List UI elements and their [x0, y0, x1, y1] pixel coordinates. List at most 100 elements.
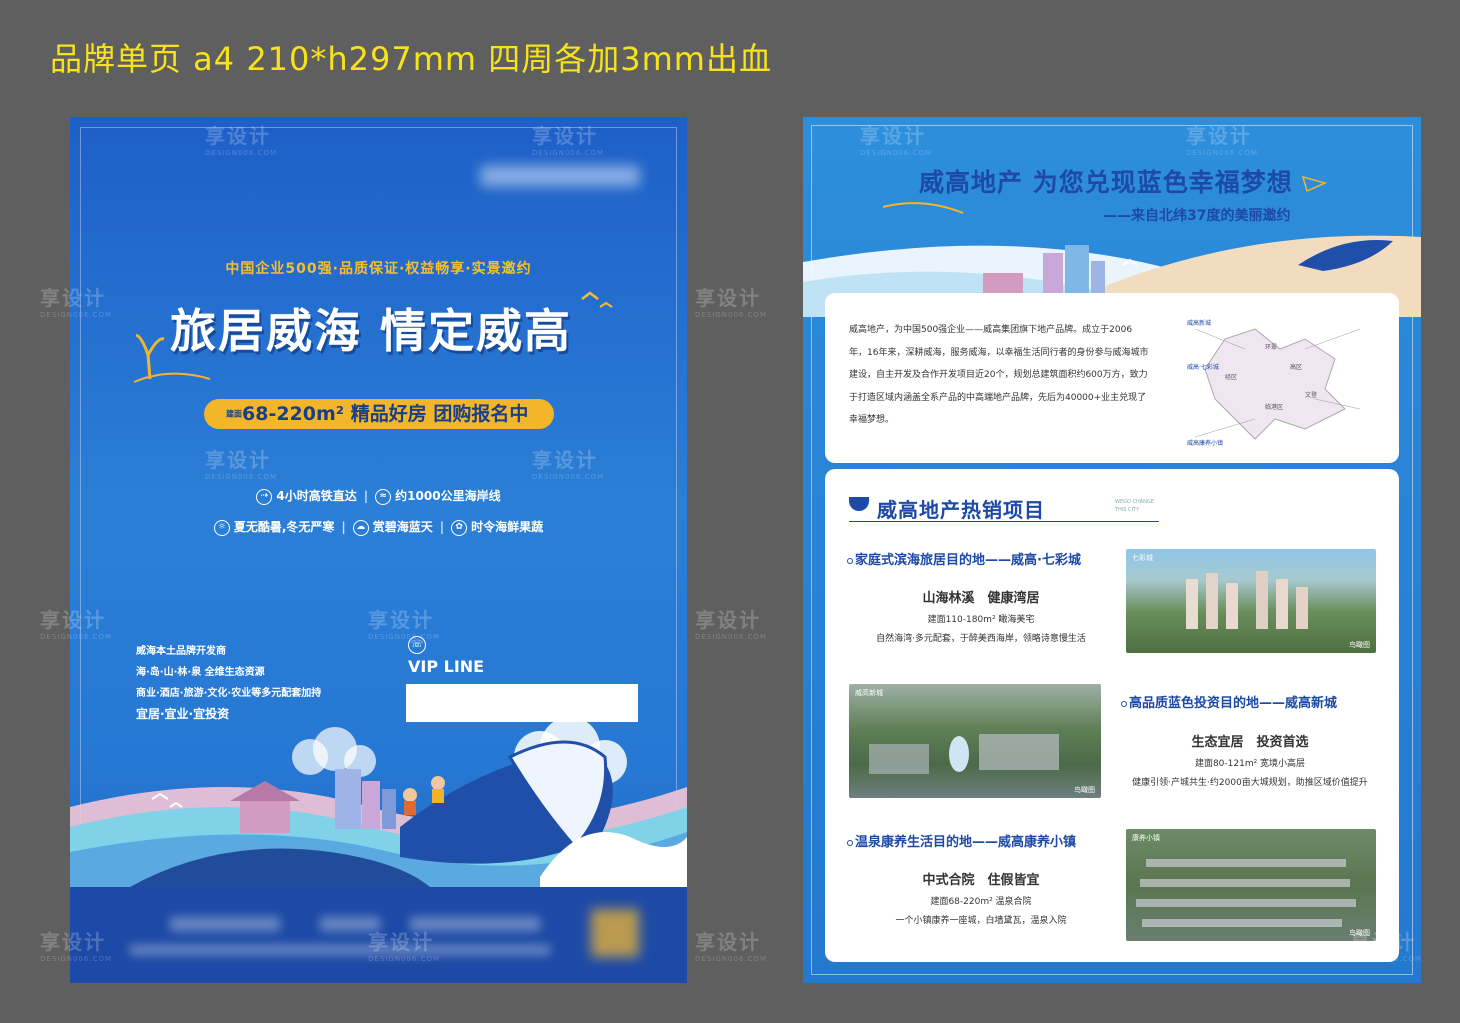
building: [382, 789, 396, 829]
map-label: 临港区: [1265, 403, 1283, 411]
map-label: 威高康养小镇: [1187, 439, 1223, 447]
vip-line-label: VIP LINE: [408, 657, 485, 676]
project-slogan: 生态宜居 投资首选: [1191, 735, 1309, 750]
map-label: 高区: [1290, 363, 1302, 371]
map-label: 威高新城: [1187, 319, 1211, 327]
section-en: WEGO CHANGE THIS CITY: [1115, 498, 1154, 514]
project-photo: 七彩城 鸟瞰图: [1126, 549, 1376, 653]
tower: [1256, 571, 1268, 629]
lake: [949, 736, 969, 772]
child-figure: [432, 789, 444, 803]
block: [869, 744, 929, 774]
island-line: [882, 202, 964, 214]
map-label: 文登: [1305, 391, 1317, 399]
building-cluster: [1186, 571, 1308, 629]
map-label: 经区: [1225, 373, 1237, 381]
leader-line: [1304, 328, 1361, 350]
pill-area: 68-220m²: [242, 403, 345, 425]
dot-icon: [1121, 700, 1127, 707]
separator: |: [341, 520, 346, 534]
blurred-text: [410, 917, 540, 931]
photo-label: 康养小镇: [1132, 834, 1160, 842]
building: [1091, 261, 1105, 293]
building: [1043, 253, 1063, 293]
headline: 旅居威海 情定威高: [170, 304, 573, 358]
sun-icon: ☼: [213, 519, 230, 536]
feature-item: ☁ 赏碧海蓝天: [352, 518, 433, 536]
pagoda: [240, 799, 290, 833]
paper-plane-icon: [1301, 175, 1328, 193]
intro-text: 威高地产，为中国500强企业——威高集团旗下地产品牌。成立于2006年，16年来…: [849, 325, 1149, 425]
photo-tag: 鸟瞰图: [1349, 929, 1370, 937]
project-area: 建面80-121m² 宽境小高层: [1194, 759, 1306, 769]
watermark-cn: 享设计: [695, 286, 761, 310]
info-item: 威海本土品牌开发商: [136, 646, 226, 657]
photo-label: 威高新城: [855, 689, 883, 697]
separator: |: [363, 489, 369, 503]
project-photo: 威高新城 鸟瞰图: [849, 684, 1101, 798]
watermark-en: DESIGN006.COM: [695, 311, 768, 319]
project-title-text: 温泉康养生活目的地——威高康养小镇: [855, 835, 1077, 850]
watermark-cn: 享设计: [695, 930, 761, 954]
watermark: 享设计 DESIGN006.COM: [695, 926, 767, 963]
house-row: [1136, 899, 1356, 907]
coast-icon: ≈: [375, 488, 392, 505]
info-item: 商业·酒店·旅游·文化·农业等多元配套加持: [136, 688, 322, 699]
separator: |: [439, 520, 445, 534]
features-row-1: ⇢ 4小时高铁直达 | ≈ 约1000公里海岸线: [70, 487, 687, 505]
photo-tag: 鸟瞰图: [1349, 641, 1370, 649]
building: [1065, 245, 1089, 293]
info-list: 威海本土品牌开发商 海·岛·山·林·泉 全维生态资源 商业·酒店·旅游·文化·农…: [136, 641, 321, 725]
feature-item: ⇢ 4小时高铁直达: [256, 487, 357, 505]
map-label: 威高·七彩城: [1187, 363, 1219, 371]
project-slogan: 中式合院 住假皆宜: [922, 873, 1040, 888]
blurred-text: [320, 917, 380, 931]
project-desc: 健康引领·产城共生·约2000亩大城规划，助推区域价值提升: [1132, 778, 1368, 788]
features-row-2: ☼ 夏无酷暑,冬无严寒 | ☁ 赏碧海蓝天 | ✿ 时令海鲜果蔬: [70, 518, 687, 536]
pagoda: [983, 273, 1023, 295]
watermark: 享设计 DESIGN006.COM: [695, 282, 767, 319]
scenery-illustration: [70, 291, 687, 887]
feature-label: 赏碧海蓝天: [372, 520, 433, 534]
blurred-text: [130, 945, 550, 955]
aerial-view: [869, 734, 1059, 774]
tower: [1276, 579, 1288, 629]
boat-icon: [849, 497, 869, 511]
project-area: 建面110-180m² 瞰海美宅: [927, 615, 1035, 625]
photo-tag: 鸟瞰图: [1074, 786, 1095, 794]
child-figure: [403, 788, 417, 802]
info-item: 宜居·宜业·宜投资: [136, 707, 230, 721]
village-view: [1136, 859, 1356, 927]
project-title-text: 家庭式滨海旅居目的地——威高·七彩城: [855, 553, 1081, 568]
block: [979, 734, 1059, 770]
feature-item: ☼ 夏无酷暑,冬无严寒: [213, 518, 335, 536]
island-line: [133, 372, 211, 383]
pill-prefix: 建面: [226, 409, 242, 419]
tagline: 中国企业500强·品质保证·权益畅享·实景邀约: [225, 261, 532, 277]
tower: [1186, 579, 1198, 629]
feature-label: 夏无酷暑,冬无严寒: [233, 520, 335, 534]
palm-icon: [135, 333, 165, 380]
info-item: 海·岛·山·林·泉 全维生态资源: [136, 667, 265, 678]
bird: [599, 301, 613, 308]
tower: [1226, 583, 1238, 629]
feature-label: 4小时高铁直达: [276, 489, 357, 503]
section-title: 威高地产热销项目: [877, 498, 1045, 522]
project-photo: 康养小镇 鸟瞰图: [1126, 829, 1376, 941]
house-row: [1142, 919, 1342, 927]
tower: [1296, 587, 1308, 629]
spec-title: 品牌单页 a4 210*h297mm 四周各加3mm出血: [50, 40, 772, 78]
intro-card: 威高地产，为中国500强企业——威高集团旗下地产品牌。成立于2006年，16年来…: [825, 293, 1399, 463]
map-label: 环翠: [1265, 344, 1277, 351]
train-icon: ⇢: [256, 488, 273, 505]
vip-phone-box: [406, 684, 638, 722]
feature-item: ≈ 约1000公里海岸线: [375, 487, 501, 505]
building: [362, 781, 380, 829]
cloud-icon: ☁: [352, 519, 369, 536]
pill-text: 精品好房 团购报名中: [344, 403, 529, 425]
project-slogan: 山海林溪 健康湾居: [922, 591, 1040, 606]
blurred-qr-code: [591, 909, 639, 957]
watermark-en: DESIGN006.COM: [695, 633, 768, 641]
blurred-logo: [480, 165, 640, 187]
child-figure: [404, 801, 416, 815]
